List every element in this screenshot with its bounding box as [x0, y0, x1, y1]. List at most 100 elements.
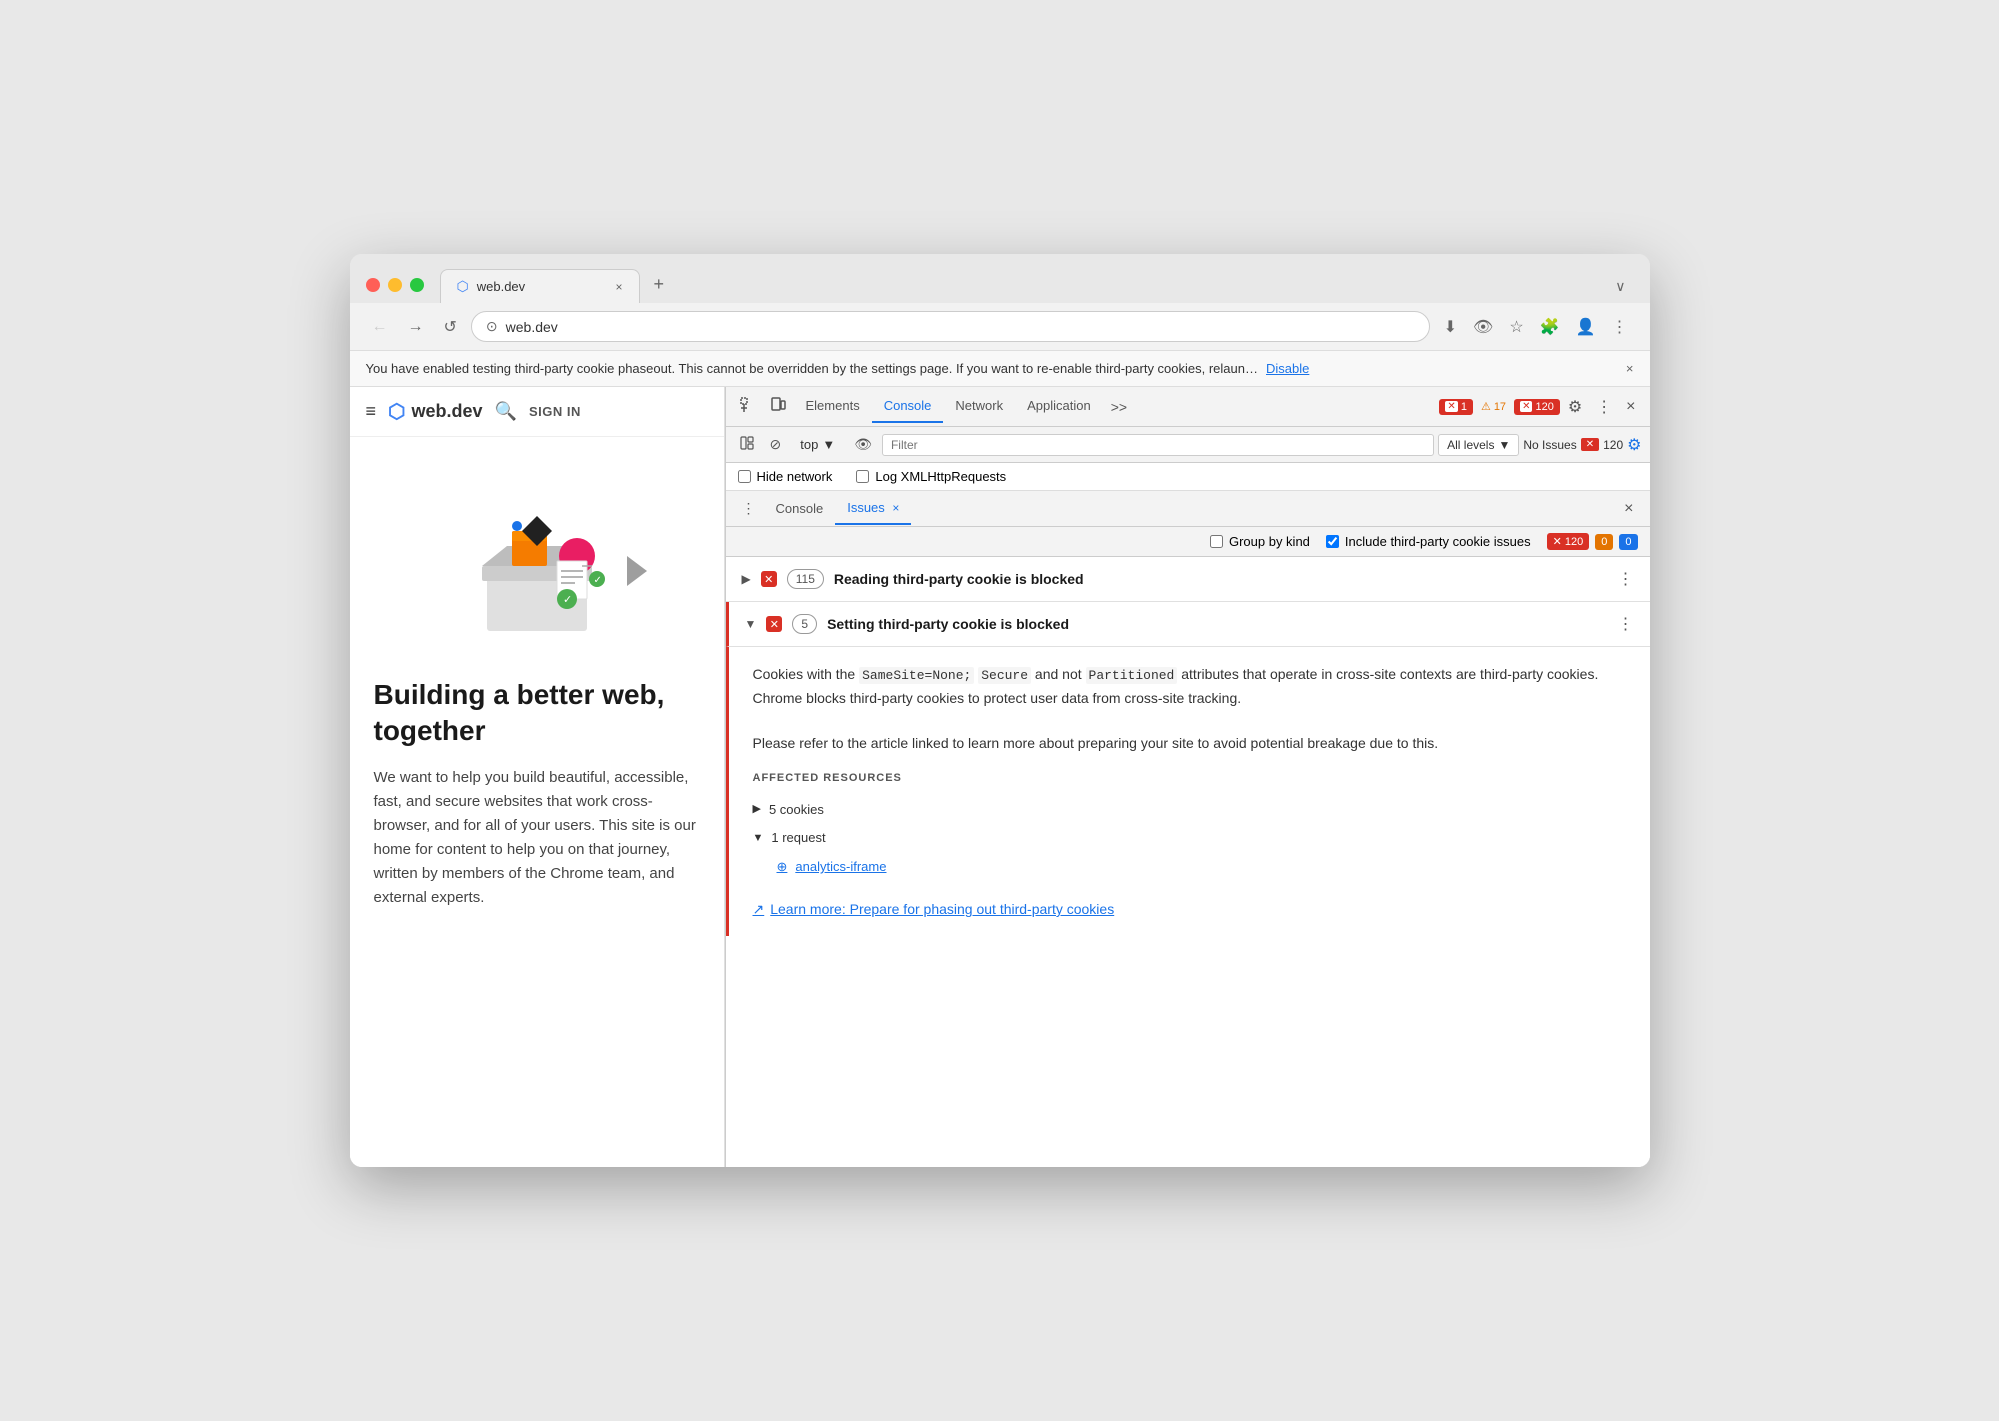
context-dropdown[interactable]: top ▼	[791, 433, 844, 456]
affected-resource-cookies[interactable]: ▶ 5 cookies	[753, 796, 1626, 825]
learn-more-external-icon: ↗	[753, 898, 765, 920]
hero-illustration: ✓ ✓	[374, 461, 700, 661]
include-third-party-checkbox[interactable]	[1326, 535, 1339, 548]
reading-issue-header[interactable]: ▶ ✕ 115 Reading third-party cookie is bl…	[742, 569, 1634, 589]
setting-issue-row: ▼ ✕ 5 Setting third-party cookie is bloc…	[726, 602, 1650, 647]
sign-in-button[interactable]: SIGN IN	[529, 404, 581, 419]
log-xhr-checkbox[interactable]	[856, 470, 869, 483]
issues-info-badge: 0	[1619, 534, 1637, 550]
tab-close-button[interactable]: ×	[615, 280, 622, 294]
devtools-badges: ✕ 1 ⚠ 17 ✕ 120	[1439, 399, 1559, 415]
analytics-globe-icon: ⊕	[777, 857, 788, 878]
address-bar[interactable]: ⊙ web.dev	[471, 311, 1430, 342]
hide-network-label: Hide network	[757, 469, 833, 484]
browser-tab[interactable]: ⬡ web.dev ×	[440, 269, 640, 303]
hide-network-checkbox-label[interactable]: Hide network	[738, 469, 833, 484]
bookmark-icon[interactable]: ☆	[1503, 313, 1529, 341]
devtools-tabs: Elements Console Network Application >>	[794, 390, 1438, 423]
info-bar-link[interactable]: Disable	[1266, 361, 1309, 376]
devtools-tabs-more[interactable]: >>	[1103, 395, 1135, 419]
chrome-menu-icon[interactable]: ⋮	[1606, 313, 1634, 341]
issues-subtab-close-icon[interactable]: ×	[892, 501, 899, 515]
log-xhr-checkbox-label[interactable]: Log XMLHttpRequests	[856, 469, 1006, 484]
error-badge: ✕ 1	[1439, 399, 1473, 415]
console-sidebar-button[interactable]	[734, 433, 760, 456]
setting-issue-title: Setting third-party cookie is blocked	[827, 616, 1607, 632]
forward-button[interactable]: →	[402, 314, 430, 340]
refresh-button[interactable]: ↺	[438, 313, 463, 341]
search-icon[interactable]: 🔍	[495, 401, 517, 422]
minimize-traffic-light[interactable]	[388, 278, 402, 292]
issues-panel-close-button[interactable]: ×	[1616, 496, 1641, 522]
reading-issue-count: 115	[787, 569, 824, 589]
learn-more-link[interactable]: ↗ Learn more: Prepare for phasing out th…	[753, 898, 1626, 920]
setting-issue-paragraph1: Cookies with the SameSite=None; Secure a…	[753, 663, 1626, 709]
hamburger-menu-icon[interactable]: ≡	[366, 401, 377, 422]
logo-icon: ⬡	[388, 399, 405, 424]
site-logo: ⬡ web.dev	[388, 399, 483, 424]
context-dropdown-arrow: ▼	[822, 437, 835, 452]
no-issues-count: 120	[1603, 438, 1623, 452]
devtools-tab-console[interactable]: Console	[872, 390, 944, 423]
reading-issue-error-icon: ✕	[761, 571, 777, 587]
devtools-device-button[interactable]	[764, 393, 792, 420]
profile-icon[interactable]: 👤	[1570, 313, 1602, 341]
include-third-party-label[interactable]: Include third-party cookie issues	[1326, 534, 1531, 549]
levels-dropdown[interactable]: All levels ▼	[1438, 434, 1519, 456]
learn-more-text: Learn more: Prepare for phasing out thir…	[770, 898, 1114, 920]
devtools-tab-elements[interactable]: Elements	[794, 390, 872, 423]
console-gear-icon[interactable]: ⚙	[1627, 435, 1641, 455]
new-tab-button[interactable]: +	[642, 266, 677, 303]
issues-subtab[interactable]: Issues ×	[835, 492, 911, 525]
setting-issue-paragraph2: Please refer to the article linked to le…	[753, 732, 1626, 754]
console-subtab[interactable]: Console	[764, 493, 836, 524]
info-bar-close-button[interactable]: ×	[1626, 361, 1634, 376]
issues-warning-badge: 0	[1595, 534, 1613, 550]
devtools-settings-button[interactable]: ⚙	[1562, 393, 1588, 421]
reading-issue-more-icon[interactable]: ⋮	[1618, 569, 1634, 589]
title-bar: ⬡ web.dev × + ∨	[350, 254, 1650, 303]
setting-issue-more-icon[interactable]: ⋮	[1618, 614, 1634, 634]
toolbar-actions: ⬇ 👁 ☆ 🧩 👤 ⋮	[1438, 313, 1634, 341]
tab-expand-icon[interactable]: ∨	[1607, 270, 1633, 303]
main-area: ≡ ⬡ web.dev 🔍 SIGN IN	[350, 387, 1650, 1167]
analytics-link-text: analytics-iframe	[795, 857, 886, 878]
extensions-icon[interactable]: 🧩	[1534, 313, 1566, 341]
console-eye-button[interactable]: 👁	[848, 433, 878, 456]
devtools-tab-network[interactable]: Network	[943, 390, 1015, 423]
no-issues-x-icon: ✕	[1581, 438, 1599, 451]
requests-text: 1 request	[771, 828, 825, 849]
devtools-tab-application[interactable]: Application	[1015, 390, 1103, 423]
site-logo-text: web.dev	[411, 401, 482, 422]
devtools-toolbar: Elements Console Network Application >>	[726, 387, 1650, 427]
setting-issue-header[interactable]: ▼ ✕ 5 Setting third-party cookie is bloc…	[745, 614, 1634, 634]
devtools-inspect-button[interactable]	[734, 393, 762, 420]
console-filter-input[interactable]	[882, 434, 1434, 456]
issues-subtabs-more-icon[interactable]: ⋮	[734, 496, 764, 521]
maximize-traffic-light[interactable]	[410, 278, 424, 292]
back-button[interactable]: ←	[366, 314, 394, 340]
download-icon[interactable]: ⬇	[1438, 313, 1463, 341]
console-toolbar: ⊘ top ▼ 👁 All levels ▼ No Issues ✕ 120 ⚙	[726, 427, 1650, 463]
affected-resource-requests[interactable]: ▼ 1 request	[753, 824, 1626, 853]
browser-window: ⬡ web.dev × + ∨ ← → ↺ ⊙ web.dev ⬇ 👁 ☆ 🧩 …	[350, 254, 1650, 1167]
levels-label: All levels	[1447, 438, 1494, 452]
browser-toolbar: ← → ↺ ⊙ web.dev ⬇ 👁 ☆ 🧩 👤 ⋮	[350, 303, 1650, 351]
no-issues-badge: No Issues ✕ 120	[1523, 438, 1623, 452]
issues-panel: ⋮ Console Issues × × Group by kind	[726, 491, 1650, 1167]
devtools-close-button[interactable]: ×	[1620, 394, 1641, 420]
warning-badge: ⚠ 17	[1481, 400, 1506, 413]
hide-network-checkbox[interactable]	[738, 470, 751, 483]
close-traffic-light[interactable]	[366, 278, 380, 292]
no-issues-label: No Issues	[1523, 438, 1576, 452]
group-by-kind-checkbox[interactable]	[1210, 535, 1223, 548]
sidebar: ≡ ⬡ web.dev 🔍 SIGN IN	[350, 387, 725, 1167]
reading-issue-arrow: ▶	[742, 572, 751, 586]
devtools-more-button[interactable]: ⋮	[1590, 393, 1618, 421]
group-by-kind-label[interactable]: Group by kind	[1210, 534, 1310, 549]
info-badge: ✕ 120	[1514, 399, 1560, 415]
affected-resource-analytics[interactable]: ⊕ analytics-iframe	[753, 853, 1626, 882]
eye-off-icon[interactable]: 👁	[1467, 313, 1499, 341]
console-clear-button[interactable]: ⊘	[764, 433, 788, 456]
cookies-text: 5 cookies	[769, 800, 824, 821]
